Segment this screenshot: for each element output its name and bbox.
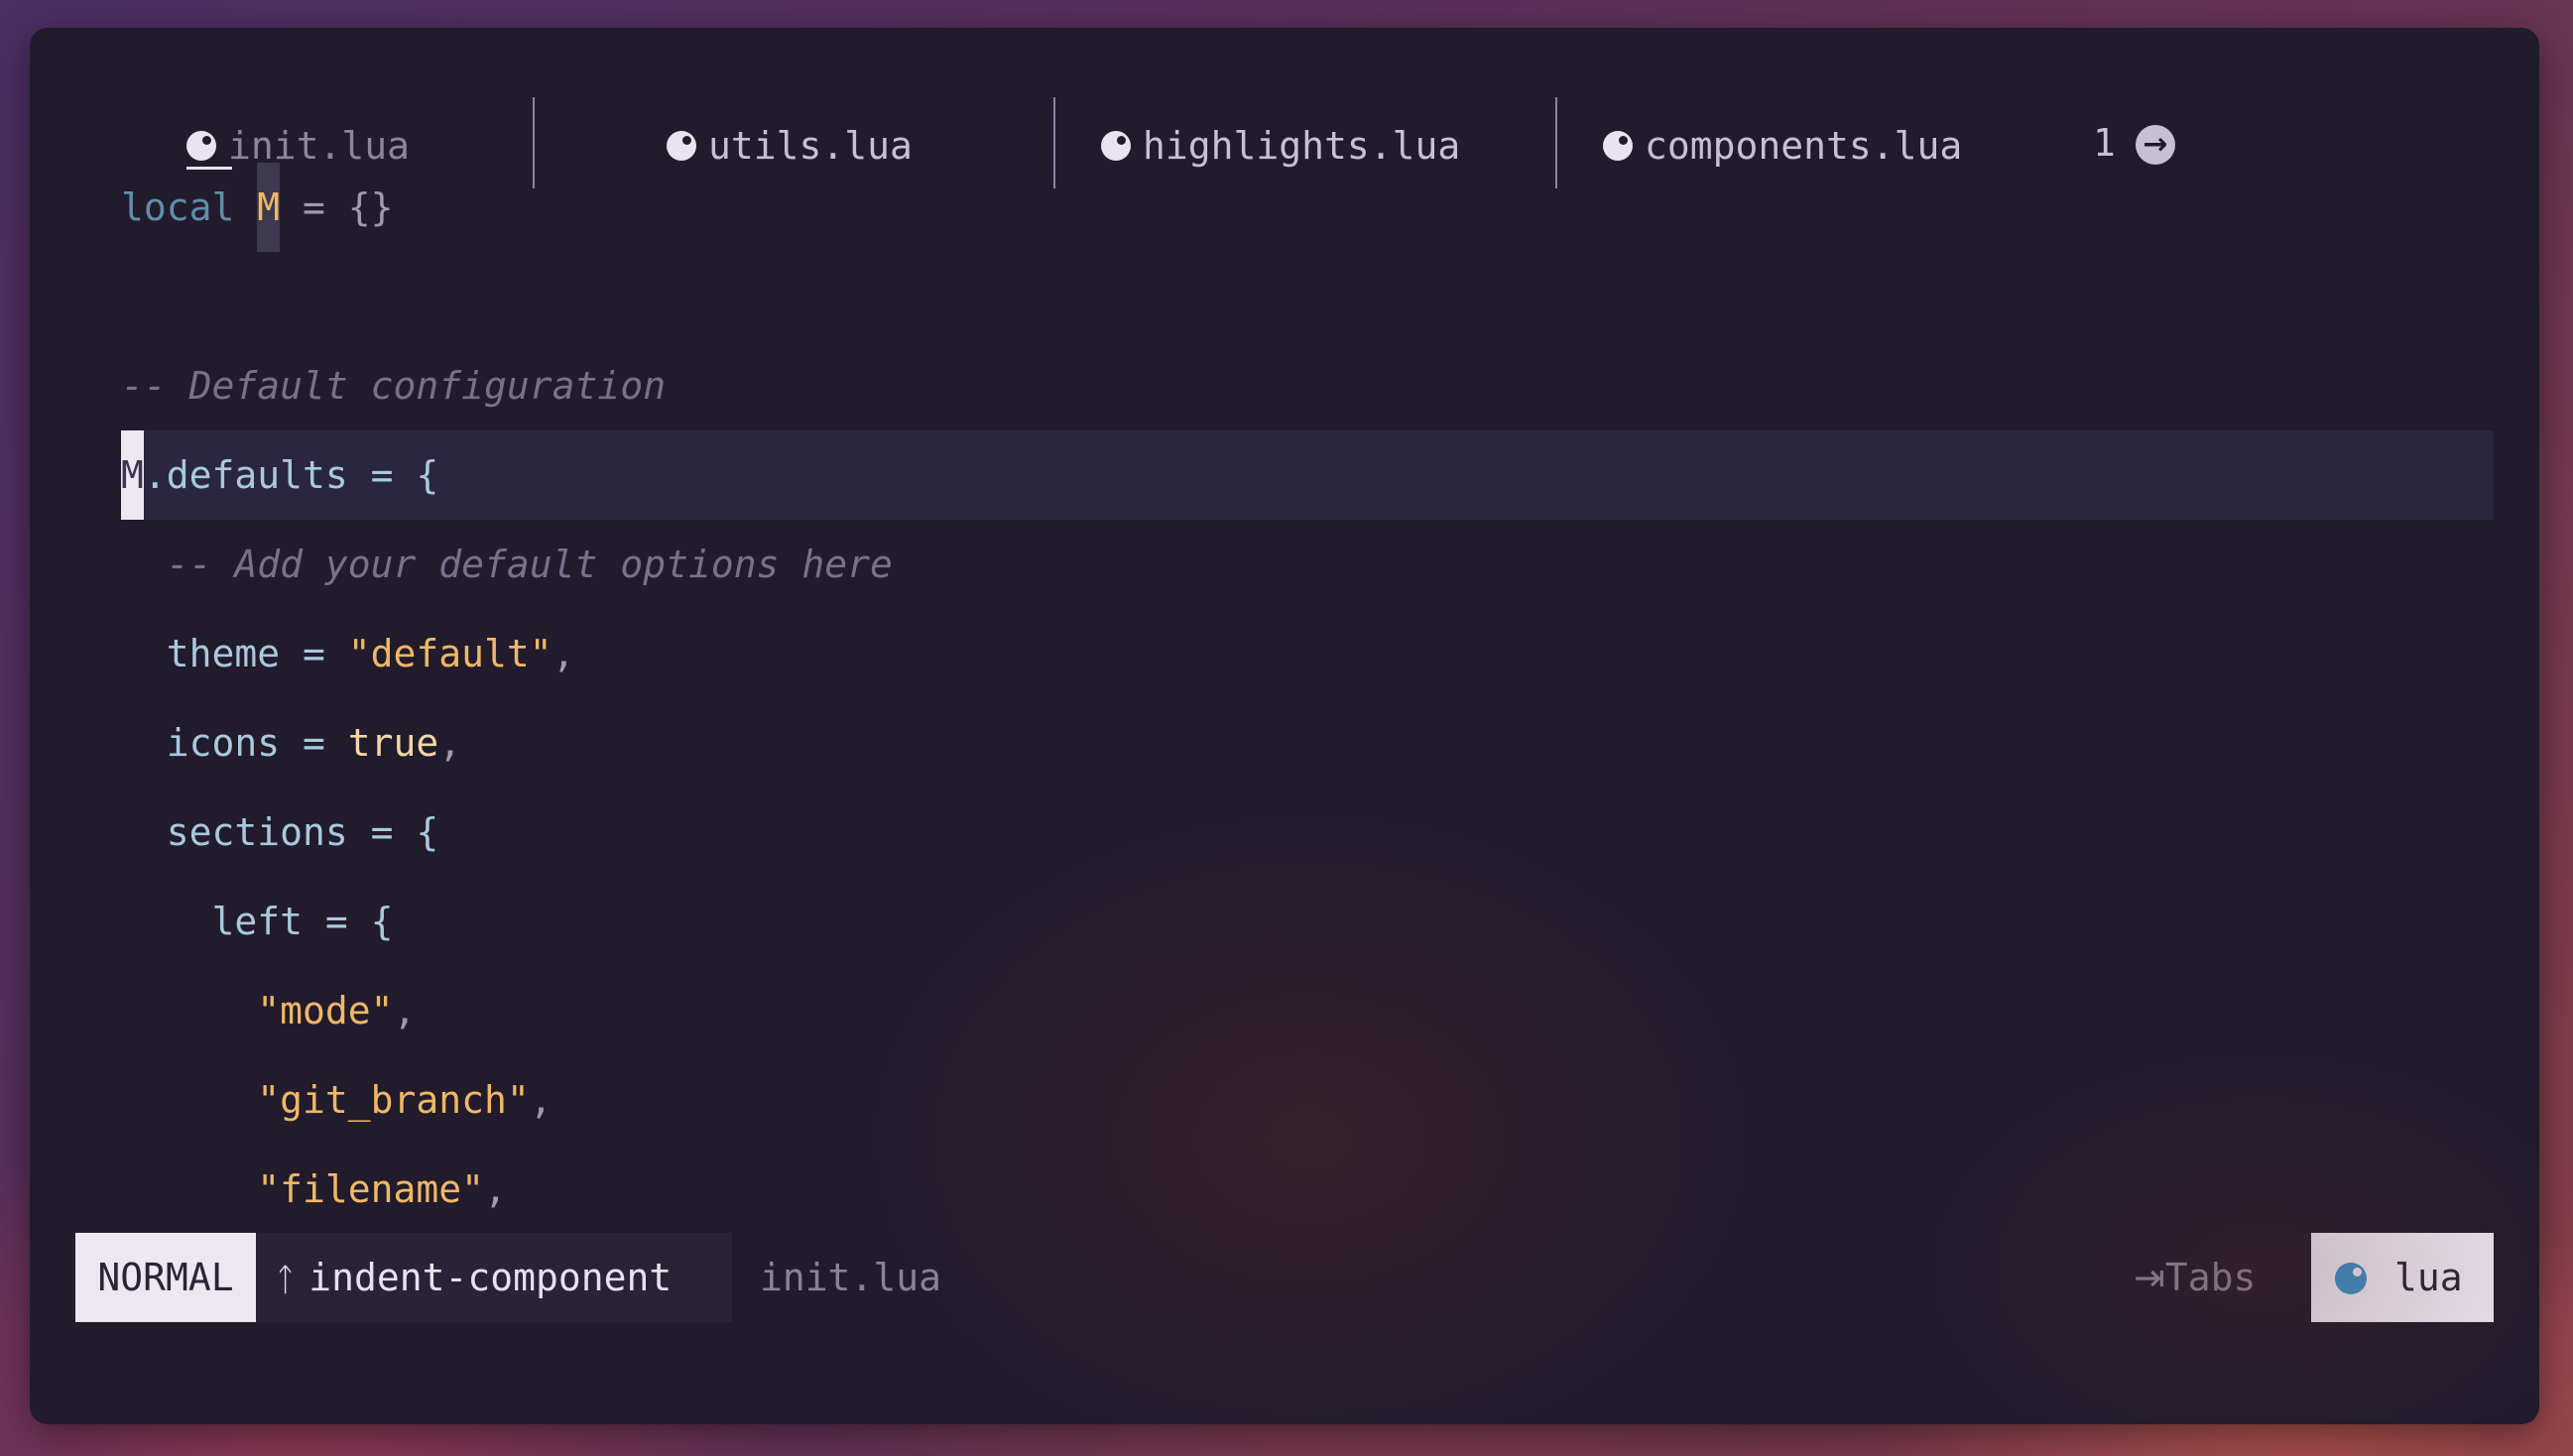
- statusline: NORMAL ᛏ indent-component init.lua ⇥Tabs …: [75, 1233, 2494, 1322]
- code-line: -- Default configuration: [121, 364, 667, 408]
- code-line: left = {: [121, 900, 394, 943]
- tab-utils-lua[interactable]: utils.lua: [667, 87, 913, 204]
- block-cursor: M: [121, 430, 144, 520]
- code-line: "git_branch",: [121, 1078, 552, 1122]
- code-line: sections = {: [121, 810, 439, 854]
- editor-window: init.lua utils.lua highlights.lua compon…: [30, 28, 2539, 1424]
- tab-separator: [533, 97, 535, 188]
- statusline-filename: init.lua: [760, 1256, 942, 1299]
- tab-separator: [1555, 97, 1557, 188]
- lua-icon: [2335, 1263, 2367, 1294]
- code-line: theme = "default",: [121, 632, 575, 675]
- mode-indicator: NORMAL: [75, 1233, 256, 1322]
- tab-arrow-icon: ⇥: [2134, 1256, 2165, 1299]
- tab-label: highlights.lua: [1143, 124, 1461, 168]
- arrow-right-circle-icon[interactable]: →: [2136, 125, 2175, 165]
- tab-components-lua[interactable]: components.lua: [1603, 87, 1962, 204]
- text-cursor: M: [257, 163, 281, 252]
- git-branch-icon: ᛏ: [276, 1261, 296, 1298]
- tab-label: utils.lua: [708, 124, 913, 168]
- git-branch-name: indent-component: [308, 1256, 673, 1299]
- code-line: -- Add your default options here: [121, 543, 893, 586]
- code-line: icons = true,: [121, 721, 462, 765]
- code-line: M.defaults = {: [121, 430, 438, 520]
- code-line: "mode",: [121, 989, 417, 1032]
- filetype-indicator[interactable]: lua: [2311, 1233, 2494, 1322]
- code-line: local M = {}: [121, 163, 394, 252]
- buffer-tabline: init.lua utils.lua highlights.lua compon…: [30, 87, 2539, 204]
- tab-separator: [1053, 97, 1055, 188]
- tab-overflow-count: 1: [2093, 121, 2116, 165]
- tab-highlights-lua[interactable]: highlights.lua: [1101, 87, 1460, 204]
- lua-icon: [667, 131, 696, 161]
- cursor-line-highlight: [121, 430, 2494, 520]
- lua-icon: [186, 131, 216, 161]
- lua-icon: [1603, 131, 1633, 161]
- lua-icon: [1101, 131, 1131, 161]
- tab-label: components.lua: [1645, 124, 1963, 168]
- tab-label: init.lua: [228, 124, 411, 168]
- git-branch-section[interactable]: ᛏ indent-component: [256, 1233, 732, 1322]
- code-line: "filename",: [121, 1167, 507, 1211]
- indent-indicator[interactable]: ⇥Tabs: [2134, 1233, 2256, 1322]
